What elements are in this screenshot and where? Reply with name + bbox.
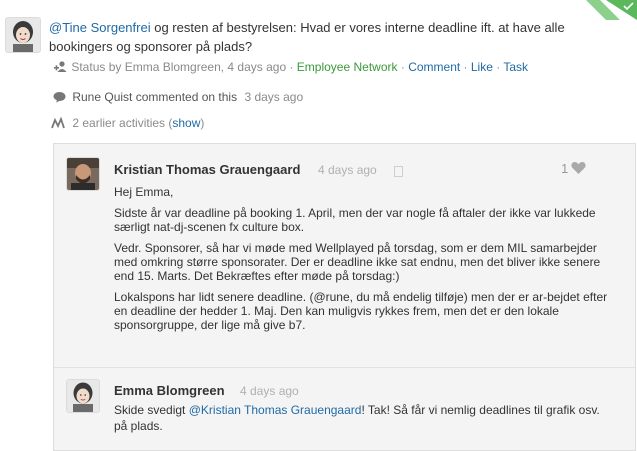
activity-text: Rune Quist commented on this (72, 90, 238, 104)
mention-link[interactable]: @Tine Sorgenfrei (49, 20, 151, 35)
like-count: 1 (561, 161, 569, 176)
mention-link[interactable]: @Kristian Thomas Grauengaard (189, 403, 362, 417)
status-icon (54, 61, 68, 77)
earlier-prefix: 2 earlier activities ( (72, 116, 173, 130)
activity-time: 3 days ago (244, 90, 304, 104)
heart-icon[interactable] (571, 161, 586, 180)
post-text: @Tine Sorgenfrei og resten af bestyrelse… (49, 18, 609, 56)
comment-time: 4 days ago (240, 384, 299, 398)
comment-paragraph: Hej Emma, (114, 185, 174, 199)
avatar[interactable] (66, 379, 100, 413)
separator: · (460, 60, 471, 74)
comment-divider (54, 367, 635, 368)
comment-body: Hej Emma, Sidste år var deadline på book… (114, 185, 614, 339)
like-link[interactable]: Like (471, 60, 493, 74)
comment-thread: Kristian Thomas Grauengaard 4 days ago 1… (53, 143, 636, 451)
corner-check-icon (586, 0, 637, 20)
status-line: Status by Emma Blomgreen, 4 days ago · E… (54, 59, 634, 77)
comment-paragraph: Sidste år var deadline på booking 1. Apr… (114, 206, 596, 234)
avatar[interactable] (66, 157, 100, 191)
bookmark-icon[interactable] (394, 164, 403, 182)
earlier-activities: 2 earlier activities (show) (51, 115, 204, 133)
comment-link[interactable]: Comment (408, 60, 460, 74)
avatar[interactable] (5, 17, 41, 53)
comment-bubble-icon (53, 91, 69, 107)
status-text: Status by Emma Blomgreen, 4 days ago · (71, 60, 297, 74)
comment-text: Skide svedigt (114, 403, 189, 417)
comment-body: Skide svedigt @Kristian Thomas Grauengaa… (114, 402, 614, 434)
separator: · (397, 60, 409, 74)
comment-paragraph: Lokalspons har lidt senere deadline. (@r… (114, 290, 608, 332)
activity-icon (51, 116, 69, 133)
show-link[interactable]: show (172, 116, 200, 130)
task-link[interactable]: Task (503, 60, 528, 74)
earlier-suffix: ) (200, 116, 205, 130)
separator: · (492, 60, 504, 74)
comment-author[interactable]: Emma Blomgreen (114, 383, 225, 398)
activity-line: Rune Quist commented on this 3 days ago (53, 89, 303, 107)
network-link[interactable]: Employee Network (297, 60, 398, 74)
comment-time: 4 days ago (318, 163, 377, 177)
comment-author[interactable]: Kristian Thomas Grauengaard (114, 162, 300, 177)
comment-paragraph: Vedr. Sponsorer, så har vi møde med Well… (114, 241, 601, 283)
